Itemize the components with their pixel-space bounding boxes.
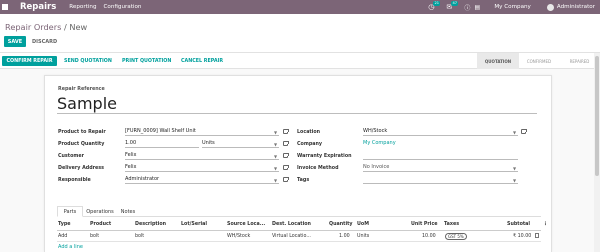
activity-clock-icon[interactable]: ◷ 21: [426, 0, 441, 14]
reference-underline: [57, 113, 537, 114]
discard-button[interactable]: DISCARD: [32, 36, 57, 47]
delivery-external-link-icon[interactable]: [283, 164, 289, 170]
breadcrumb-current: New: [69, 22, 88, 32]
cancel-repair-button[interactable]: CANCEL REPAIR: [181, 56, 223, 66]
delivery-address-label: Delivery Address: [58, 166, 104, 171]
row-source-location[interactable]: WH/Stock: [227, 234, 250, 239]
col-type[interactable]: Type: [58, 222, 71, 227]
product-uom-field[interactable]: Units: [202, 140, 279, 148]
col-lot-serial[interactable]: Lot/Serial: [181, 222, 207, 227]
print-quotation-button[interactable]: PRINT QUOTATION: [122, 56, 171, 66]
customer-dropdown-caret-icon[interactable]: ▼: [274, 154, 277, 159]
activity-count-badge: 21: [433, 1, 441, 6]
menu-reporting[interactable]: Reporting: [69, 4, 96, 10]
product-external-link-icon[interactable]: [283, 128, 289, 134]
apps-menu-icon[interactable]: [2, 4, 8, 10]
row-description[interactable]: bolt: [135, 234, 144, 239]
menu-configuration[interactable]: Configuration: [104, 4, 142, 10]
breadcrumb-separator: /: [63, 22, 67, 32]
product-to-repair-field[interactable]: [FURN_0009] Wall Shelf Unit: [125, 128, 279, 136]
product-dropdown-caret-icon[interactable]: ▼: [274, 130, 277, 135]
company-link[interactable]: My Company: [363, 140, 518, 148]
responsible-field[interactable]: Administrator: [125, 176, 279, 184]
col-product[interactable]: Product: [90, 222, 111, 227]
uom-external-link-icon[interactable]: [283, 140, 289, 146]
messages-count-badge: 47: [451, 1, 459, 6]
col-description[interactable]: Description: [135, 222, 166, 227]
company-switch-icon[interactable]: ▤: [472, 0, 482, 14]
tab-operations[interactable]: Operations: [84, 206, 116, 217]
systray: ◷ 21 ✉ 47 ⓘ ▤ My Company Administrator: [426, 0, 600, 14]
column-options-icon[interactable]: ⋮: [543, 222, 548, 227]
repair-reference-label: Repair Reference: [58, 87, 105, 92]
responsible-external-link-icon[interactable]: [283, 176, 289, 182]
col-dest-location[interactable]: Dest. Location: [272, 222, 311, 227]
col-unit-price[interactable]: Unit Price: [411, 222, 438, 227]
help-info-icon[interactable]: ⓘ: [462, 0, 472, 14]
row-quantity[interactable]: 1.00: [339, 234, 350, 239]
col-subtotal[interactable]: Subtotal: [507, 222, 530, 227]
add-a-line-link[interactable]: Add a line: [58, 244, 83, 250]
control-panel: Repair Orders / New SAVE DISCARD: [0, 14, 600, 53]
row-divider: [57, 241, 541, 242]
state-quotation: QUOTATION: [477, 53, 519, 69]
customer-label: Customer: [58, 154, 84, 159]
location-label: Location: [297, 130, 321, 135]
col-taxes[interactable]: Taxes: [444, 222, 459, 227]
user-name[interactable]: Administrator: [557, 4, 595, 10]
invoice-method-select[interactable]: No Invoice: [363, 164, 518, 172]
user-avatar[interactable]: [546, 3, 554, 11]
app-name[interactable]: Repairs: [20, 2, 56, 12]
tab-notes[interactable]: Notes: [117, 206, 139, 217]
col-quantity[interactable]: Quantity: [329, 222, 353, 227]
customer-field[interactable]: Felix: [125, 152, 279, 160]
product-to-repair-label: Product to Repair: [58, 130, 106, 135]
breadcrumb-parent[interactable]: Repair Orders: [5, 22, 61, 32]
repair-reference-input[interactable]: Sample: [57, 94, 117, 113]
warranty-expiration-field[interactable]: [363, 152, 518, 160]
invoice-method-caret-icon[interactable]: ▼: [513, 166, 516, 171]
row-type[interactable]: Add: [58, 234, 67, 239]
company-label: Company: [297, 142, 323, 147]
responsible-label: Responsible: [58, 178, 91, 183]
messaging-chat-icon[interactable]: ✉ 47: [444, 0, 459, 14]
product-quantity-label: Product Quantity: [58, 142, 105, 147]
form-sheet: Repair Reference Sample Product to Repai…: [44, 75, 552, 252]
row-subtotal: ₹ 10.00: [513, 234, 532, 239]
confirm-repair-button[interactable]: CONFIRM REPAIR: [2, 56, 57, 66]
page-scrollbar-thumb[interactable]: [595, 56, 599, 176]
state-confirmed: CONFIRMED: [526, 58, 552, 64]
row-unit-price[interactable]: 10.00: [422, 234, 436, 239]
row-uom[interactable]: Units: [357, 234, 369, 239]
col-source-location[interactable]: Source Loca...: [227, 222, 265, 227]
location-dropdown-caret-icon[interactable]: ▼: [513, 130, 516, 135]
product-quantity-field[interactable]: 1.00: [125, 140, 199, 148]
breadcrumb: Repair Orders / New: [5, 22, 87, 32]
tab-parts[interactable]: Parts: [57, 206, 83, 217]
row-tax-badge[interactable]: GST 5%: [445, 233, 467, 240]
responsible-dropdown-caret-icon[interactable]: ▼: [274, 178, 277, 183]
delivery-dropdown-caret-icon[interactable]: ▼: [274, 166, 277, 171]
delete-row-trash-icon[interactable]: [535, 233, 539, 238]
location-field[interactable]: WH/Stock: [363, 128, 518, 136]
customer-external-link-icon[interactable]: [283, 152, 289, 158]
warranty-expiration-label: Warranty Expiration: [297, 154, 352, 159]
tags-field[interactable]: [363, 176, 518, 184]
save-button[interactable]: SAVE: [4, 36, 26, 47]
location-external-link-icon[interactable]: [521, 128, 527, 134]
tags-dropdown-caret-icon[interactable]: ▼: [513, 178, 516, 183]
tags-label: Tags: [297, 178, 310, 183]
send-quotation-button[interactable]: SEND QUOTATION: [64, 56, 112, 66]
table-header-divider: [57, 230, 541, 231]
invoice-method-label: Invoice Method: [297, 166, 339, 171]
status-bar: CONFIRM REPAIR SEND QUOTATION PRINT QUOT…: [0, 53, 600, 69]
top-navbar: Repairs Reporting Configuration ◷ 21 ✉ 47 …: [0, 0, 600, 14]
uom-dropdown-caret-icon[interactable]: ▼: [274, 142, 277, 147]
col-uom[interactable]: UoM: [357, 222, 369, 227]
row-product[interactable]: bolt: [90, 234, 99, 239]
delivery-address-field[interactable]: Felix: [125, 164, 279, 172]
row-dest-location[interactable]: Virtual Locatio...: [272, 234, 311, 239]
company-name[interactable]: My Company: [494, 4, 531, 10]
